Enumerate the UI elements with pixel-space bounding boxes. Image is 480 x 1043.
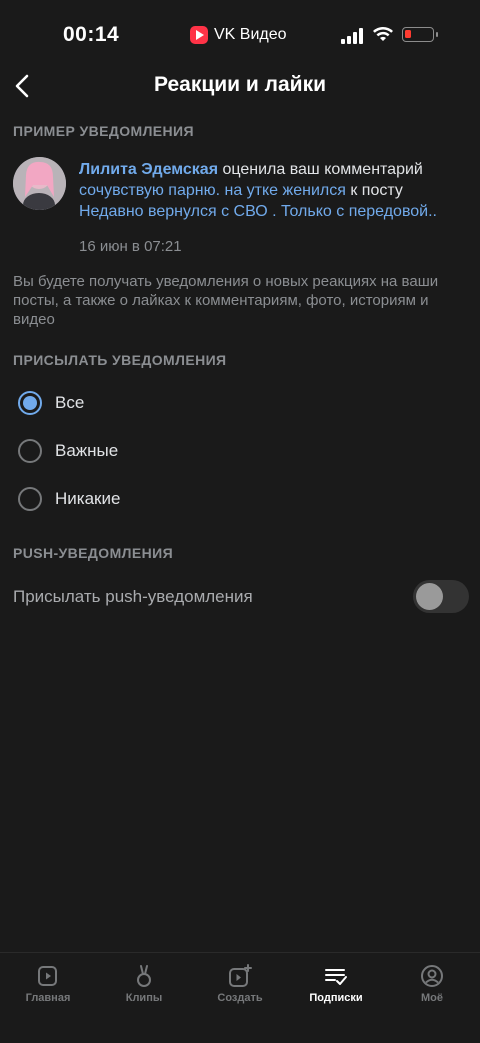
subscriptions-icon <box>325 969 347 985</box>
radio-option-important[interactable]: Важные <box>0 428 480 474</box>
bottom-tab-bar: Главная Клипы Создать Подписки Моё <box>0 952 480 1043</box>
page-title: Реакции и лайки <box>153 73 326 96</box>
tab-create-label: Создать <box>217 992 263 1004</box>
info-text: Вы будете получать уведомления о новых р… <box>13 273 439 328</box>
tab-clips[interactable]: Клипы <box>96 953 192 1013</box>
notification-date: 16 июн в 07:21 <box>79 238 182 255</box>
example-section-title: ПРИМЕР УВЕДОМЛЕНИЯ <box>13 123 194 139</box>
clips-icon <box>137 965 151 987</box>
tab-home[interactable]: Главная <box>0 953 96 1013</box>
radio-button-checked-icon[interactable] <box>18 391 42 415</box>
push-toggle-switch[interactable] <box>413 580 469 613</box>
vk-video-logo-icon <box>190 26 208 44</box>
status-time: 00:14 <box>63 23 120 46</box>
radio-label-none: Никакие <box>55 489 121 508</box>
radio-option-none[interactable]: Никакие <box>0 476 480 522</box>
push-toggle-label: Присылать push-уведомления <box>13 587 253 606</box>
app-indicator[interactable]: VK Видео <box>190 22 287 48</box>
tab-profile-label: Моё <box>421 992 443 1004</box>
avatar-image <box>13 157 66 210</box>
page-header: Реакции и лайки <box>0 64 480 108</box>
notification-text: Лилита Эдемская оценила ваш комментарий … <box>79 159 459 222</box>
tab-create[interactable]: Создать <box>192 953 288 1013</box>
avatar[interactable] <box>13 157 66 210</box>
toggle-knob <box>416 583 443 610</box>
radio-label-all: Все <box>55 393 85 412</box>
tab-home-label: Главная <box>25 992 71 1004</box>
radio-label-important: Важные <box>55 441 119 460</box>
status-bar: 00:14 VK Видео <box>0 0 480 70</box>
notification-text-rated: оценила ваш комментарий <box>218 161 423 178</box>
home-video-icon <box>38 966 57 986</box>
push-section-title: PUSH-УВЕДОМЛЕНИЯ <box>13 545 174 561</box>
battery-icon <box>402 27 434 42</box>
radio-button-icon[interactable] <box>18 439 42 463</box>
radio-button-icon[interactable] <box>18 487 42 511</box>
create-video-icon <box>229 964 252 987</box>
notification-text-to-post: к посту <box>345 182 403 199</box>
push-toggle-row[interactable]: Присылать push-уведомления <box>0 575 480 619</box>
tab-subscriptions[interactable]: Подписки <box>288 953 384 1013</box>
app-indicator-label: VK Видео <box>214 26 287 43</box>
radio-option-all[interactable]: Все <box>0 380 480 426</box>
notification-post-link[interactable]: Недавно вернулся с СВО . Только с передо… <box>79 203 437 220</box>
notification-user-name[interactable]: Лилита Эдемская <box>79 161 218 178</box>
wifi-icon <box>373 27 393 41</box>
send-section-title: ПРИСЫЛАТЬ УВЕДОМЛЕНИЯ <box>13 352 227 368</box>
tab-clips-label: Клипы <box>125 992 163 1004</box>
notification-comment-link[interactable]: сочувствую парню. на утке женился <box>79 182 346 199</box>
signal-icon <box>341 28 363 44</box>
profile-icon <box>421 965 443 987</box>
tab-profile[interactable]: Моё <box>384 953 480 1013</box>
battery-cap <box>436 32 438 37</box>
tab-subscriptions-label: Подписки <box>309 992 363 1004</box>
